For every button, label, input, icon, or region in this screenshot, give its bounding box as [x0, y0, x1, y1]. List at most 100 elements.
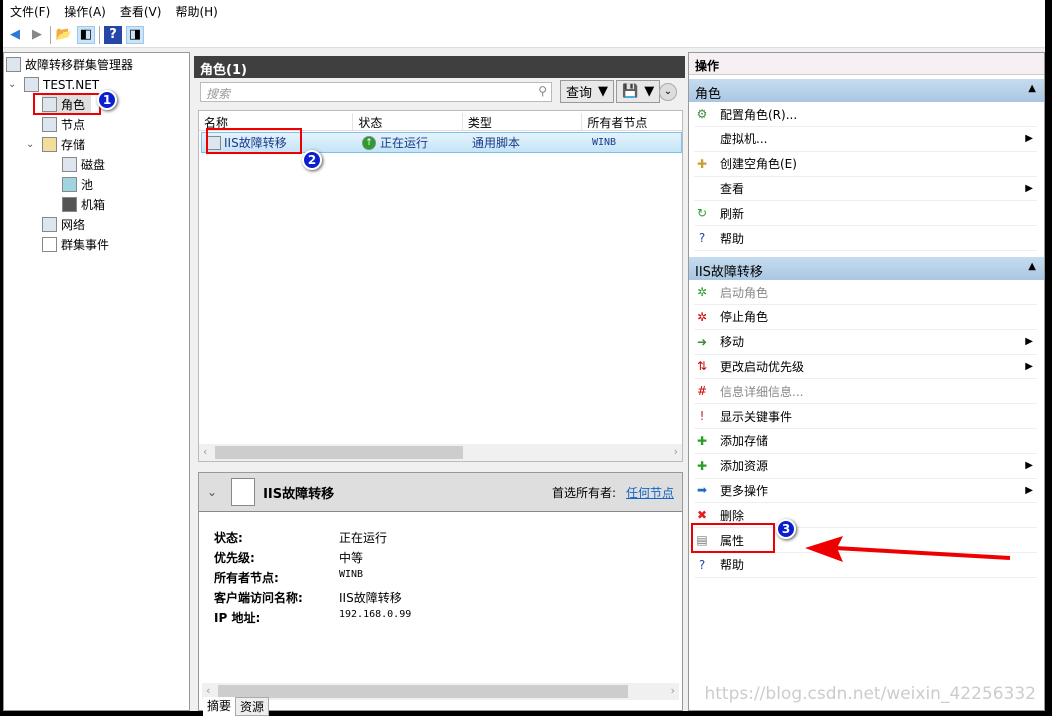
tree-root[interactable]: 故障转移群集管理器 — [6, 55, 133, 74]
action-label: 删除 — [720, 508, 745, 523]
failover-cluster-manager-window: 文件(F) 操作(A) 查看(V) 帮助(H) ◀ ▶ 📂 ◧ ? ◨ 故障转移… — [3, 0, 1045, 716]
scroll-right-icon[interactable]: › — [671, 684, 675, 697]
scroll-thumb[interactable] — [218, 685, 628, 698]
tab-summary[interactable]: 摘要 — [203, 697, 236, 716]
collapse-up-icon[interactable]: ▲ — [1028, 261, 1036, 272]
collapse-chevron-icon[interactable]: ⌄ — [207, 485, 217, 499]
menu-help[interactable]: 帮助(H) — [168, 0, 224, 22]
tab-resources[interactable]: 资源 — [235, 697, 270, 716]
detail-field-owner-node: 所有者节点: WINB — [214, 569, 363, 586]
show-hide-console-tree-icon[interactable]: ◧ — [77, 25, 95, 44]
field-label: 优先级: — [214, 551, 255, 565]
action-configure-role[interactable]: ⚙ 配置角色(R)... — [694, 102, 1037, 127]
submenu-arrow-icon: ▶ — [1025, 484, 1033, 496]
action-label: 信息详细信息... — [720, 384, 804, 399]
action-add-storage[interactable]: ✚ 添加存储 — [694, 429, 1037, 454]
storage-folder-icon — [42, 137, 57, 152]
field-value: IIS故障转移 — [339, 591, 402, 605]
horizontal-scrollbar[interactable]: ‹ › — [199, 444, 682, 461]
view-icon — [694, 180, 710, 196]
chevron-down-icon[interactable]: ⌄ — [8, 79, 20, 90]
expand-icon[interactable]: ⌄ — [659, 83, 677, 101]
tree-cluster[interactable]: ⌄ TEST.NET — [8, 75, 99, 94]
scroll-thumb[interactable] — [215, 446, 463, 459]
action-start-role[interactable]: ✲ 启动角色 — [694, 280, 1037, 305]
action-create-empty-role[interactable]: ✚ 创建空角色(E) — [694, 152, 1037, 177]
action-change-startup-priority[interactable]: ⇅ 更改启动优先级 ▶ — [694, 354, 1037, 380]
section-label: 角色 — [695, 87, 722, 102]
tree-item-pools[interactable]: 池 — [62, 175, 93, 194]
tree-item-disks[interactable]: 磁盘 — [62, 155, 105, 174]
tree-item-networks[interactable]: 网络 — [42, 215, 85, 234]
scroll-right-icon[interactable]: › — [674, 445, 678, 458]
field-value: 中等 — [339, 551, 364, 565]
tree-item-label: 存储 — [61, 138, 86, 152]
scroll-left-icon[interactable]: ‹ — [203, 445, 207, 458]
tree-item-label: 网络 — [61, 218, 86, 232]
submenu-arrow-icon: ▶ — [1025, 460, 1033, 472]
action-show-critical-events[interactable]: ! 显示关键事件 — [694, 404, 1037, 429]
action-information-details[interactable]: # 信息详细信息... — [694, 379, 1037, 405]
save-query-button[interactable]: 💾 ▼ — [616, 80, 661, 103]
horizontal-scrollbar[interactable]: ‹ › — [202, 683, 679, 700]
generic-script-icon — [231, 478, 256, 506]
action-stop-role[interactable]: ✲ 停止角色 — [694, 305, 1037, 330]
up-folder-icon[interactable]: 📂 — [55, 26, 73, 44]
roles-list: 名称 状态 类型 所有者节点 IIS故障转移 ↑ 正在运行 通用脚本 WINB ‹… — [198, 110, 683, 462]
detail-title: IIS故障转移 — [263, 486, 335, 502]
action-virtual-machines[interactable]: 虚拟机... ▶ — [694, 127, 1037, 152]
chevron-down-icon[interactable]: ⌄ — [26, 139, 38, 150]
tree-item-label: 节点 — [61, 118, 86, 132]
menu-view[interactable]: 查看(V) — [113, 0, 169, 22]
help-icon: ? — [698, 231, 706, 245]
submenu-arrow-icon: ▶ — [1025, 336, 1033, 348]
dropdown-arrow-icon: ▼ — [598, 84, 609, 99]
action-move[interactable]: ➜ 移动 ▶ — [694, 330, 1037, 355]
scroll-left-icon[interactable]: ‹ — [206, 684, 210, 697]
field-label: IP 地址: — [214, 611, 261, 625]
step-badge-1: 1 — [97, 90, 117, 110]
section-iis-failover[interactable]: IIS故障转移 ▲ — [689, 257, 1044, 280]
roles-pane: 角色(1) 搜索 ⚲ 查询 ▼ 💾 ▼ ⌄ 名称 状态 类型 所有者节点 IIS故障转… — [194, 52, 685, 716]
menu-file[interactable]: 文件(F) — [3, 0, 57, 22]
tree-item-storage[interactable]: ⌄ 存储 — [26, 135, 85, 154]
forward-icon[interactable]: ▶ — [28, 26, 46, 44]
stop-role-icon: ✲ — [696, 309, 708, 324]
field-label: 状态: — [214, 531, 243, 545]
back-icon[interactable]: ◀ — [6, 26, 24, 44]
action-help[interactable]: ? 帮助 — [694, 226, 1037, 251]
actions-pane: 操作 角色 ▲ ⚙ 配置角色(R)... 虚拟机... ▶ ✚ 创建空角色(E) 查看 ▶ ↻ 刷新… — [688, 52, 1045, 711]
tree-item-label: 机箱 — [81, 198, 106, 212]
console-tree: 故障转移群集管理器 ⌄ TEST.NET 角色 节点 ⌄ 存储 磁盘 池 机箱 网络… — [3, 52, 190, 711]
show-hide-action-pane-icon[interactable]: ◨ — [126, 25, 144, 44]
tree-item-enclosures[interactable]: 机箱 — [62, 195, 105, 214]
virtual-machines-icon — [694, 131, 710, 147]
field-label: 所有者节点: — [214, 571, 279, 585]
tree-item-nodes[interactable]: 节点 — [42, 115, 85, 134]
collapse-up-icon[interactable]: ▲ — [1028, 83, 1036, 94]
change-startup-priority-icon: ⇅ — [696, 359, 708, 374]
enclosure-icon — [62, 197, 77, 212]
save-icon: 💾 — [622, 84, 639, 99]
role-status: 正在运行 — [380, 136, 429, 150]
red-arrow-annotation — [805, 536, 1011, 562]
action-add-resource[interactable]: ✚ 添加资源 ▶ — [694, 454, 1037, 479]
preferred-owner-link[interactable]: 任何节点 — [626, 484, 674, 501]
section-roles[interactable]: 角色 ▲ — [689, 79, 1044, 102]
role-detail-panel: ⌄ IIS故障转移 首选所有者: 任何节点 状态: 正在运行 优先级: 中等 所有者… — [198, 472, 683, 716]
search-placeholder: 搜索 — [206, 87, 231, 101]
column-type[interactable]: 类型 — [463, 113, 583, 130]
menu-action[interactable]: 操作(A) — [57, 0, 113, 22]
delete-icon: ✖ — [696, 508, 708, 523]
tree-item-cluster-events[interactable]: 群集事件 — [42, 235, 109, 254]
column-status[interactable]: 状态 — [353, 113, 463, 130]
action-more-actions[interactable]: ➡ 更多操作 ▶ — [694, 478, 1037, 504]
help-icon[interactable]: ? — [104, 25, 122, 44]
action-refresh[interactable]: ↻ 刷新 — [694, 201, 1037, 227]
action-view[interactable]: 查看 ▶ — [694, 176, 1037, 202]
search-icon[interactable]: ⚲ — [538, 84, 547, 98]
query-button[interactable]: 查询 ▼ — [560, 80, 615, 103]
column-owner-node[interactable]: 所有者节点 — [582, 113, 682, 130]
submenu-arrow-icon: ▶ — [1025, 133, 1033, 145]
search-input[interactable]: 搜索 ⚲ — [200, 82, 552, 102]
